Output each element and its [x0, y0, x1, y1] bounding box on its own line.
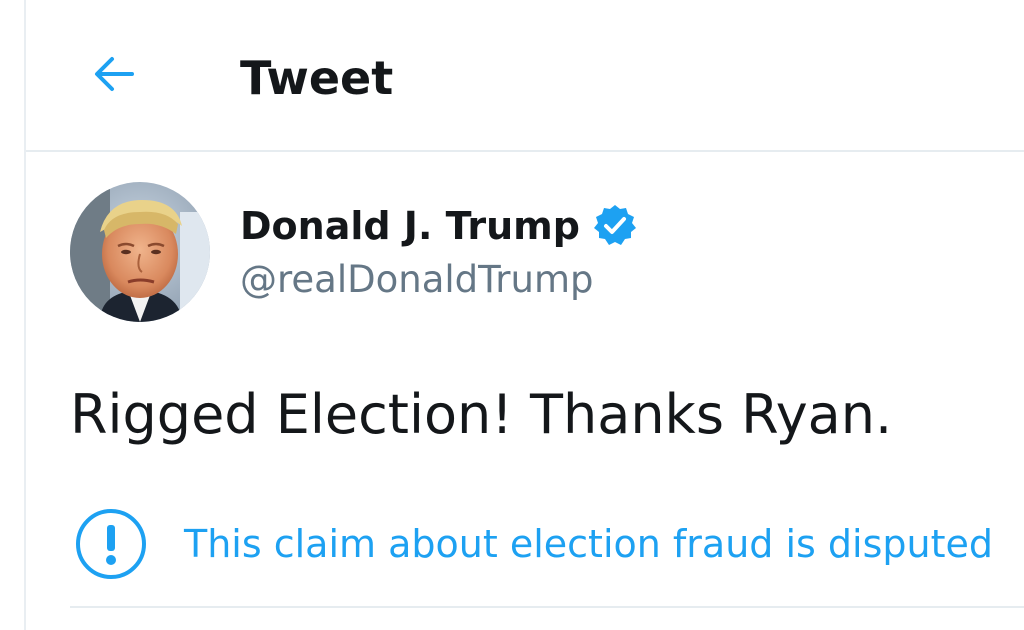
- arrow-left-icon: [95, 57, 134, 91]
- divider: [70, 606, 1024, 608]
- avatar[interactable]: [70, 182, 210, 322]
- disputed-claim-label[interactable]: This claim about election fraud is dispu…: [74, 504, 993, 584]
- disputed-claim-text: This claim about election fraud is dispu…: [184, 522, 994, 566]
- author-handle[interactable]: @realDonaldTrump: [240, 258, 594, 301]
- page-title: Tweet: [240, 51, 394, 105]
- author-display-name[interactable]: Donald J. Trump: [240, 204, 580, 248]
- author-name-row: Donald J. Trump: [240, 200, 638, 252]
- tweet-text: Rigged Election! Thanks Ryan.: [70, 383, 893, 446]
- back-button[interactable]: [90, 50, 138, 98]
- exclamation-circle-icon: [74, 507, 148, 581]
- avatar-portrait: [70, 182, 210, 322]
- page-header: Tweet: [26, 0, 1024, 152]
- verified-badge-icon: [592, 203, 638, 249]
